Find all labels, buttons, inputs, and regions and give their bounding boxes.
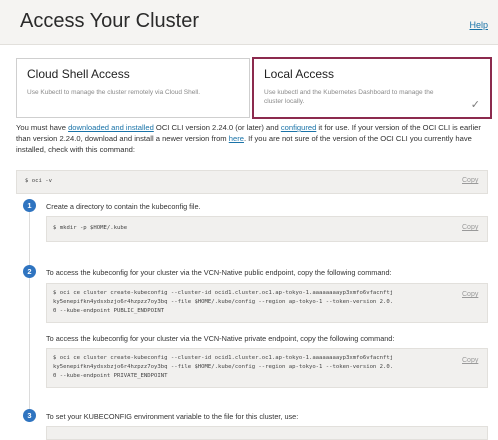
step-badge-2: 2 xyxy=(23,265,36,278)
copy-button[interactable]: Copy xyxy=(462,291,478,298)
public-endpoint-command-box: $ oci ce cluster create-kubeconfig --clu… xyxy=(46,283,488,323)
tab-description: Use kubectl and the Kubernetes Dashboard… xyxy=(264,89,434,105)
copy-button[interactable]: Copy xyxy=(462,357,478,364)
tab-description: Use Kubectl to manage the cluster remote… xyxy=(27,89,201,96)
here-link[interactable]: here xyxy=(229,134,244,143)
intro-paragraph: You must have downloaded and installed O… xyxy=(16,122,486,155)
step-1-text: Create a directory to contain the kubeco… xyxy=(46,202,201,211)
step-badge-3: 3 xyxy=(23,409,36,422)
tab-title: Local Access xyxy=(264,67,335,81)
code-text: $ oci ce cluster create-kubeconfig --clu… xyxy=(53,290,394,314)
step-3-text: To set your KUBECONFIG environment varia… xyxy=(46,412,299,421)
kubeconfig-env-command-box xyxy=(46,426,488,440)
tab-title: Cloud Shell Access xyxy=(27,67,130,81)
intro-text: OCI CLI version 2.24.0 (or later) and xyxy=(153,123,281,132)
code-text: $ oci -v xyxy=(25,178,52,184)
step-badge-1: 1 xyxy=(23,199,36,212)
checkmark-icon: ✓ xyxy=(470,99,480,111)
tab-cloud-shell-access[interactable]: Cloud Shell Access Use Kubectl to manage… xyxy=(16,58,250,118)
step-2-private-text: To access the kubeconfig for your cluste… xyxy=(46,334,395,343)
download-install-link[interactable]: downloaded and installed xyxy=(68,123,154,132)
mkdir-command-box: $ mkdir -p $HOME/.kube xyxy=(46,216,488,242)
step-connector xyxy=(29,212,30,422)
copy-button[interactable]: Copy xyxy=(462,224,478,231)
page-header: Access Your Cluster Help xyxy=(0,0,498,45)
code-text: $ mkdir -p $HOME/.kube xyxy=(53,225,128,231)
page-title: Access Your Cluster xyxy=(20,10,199,32)
version-command-box: $ oci -v xyxy=(16,170,488,194)
intro-text: You must have xyxy=(16,123,69,132)
configured-link[interactable]: configured xyxy=(281,123,316,132)
copy-button[interactable]: Copy xyxy=(462,177,478,184)
code-text: $ oci ce cluster create-kubeconfig --clu… xyxy=(53,355,394,379)
step-2-public-text: To access the kubeconfig for your cluste… xyxy=(46,268,392,277)
tab-local-access[interactable]: Local Access Use kubectl and the Kuberne… xyxy=(252,57,492,119)
private-endpoint-command-box: $ oci ce cluster create-kubeconfig --clu… xyxy=(46,348,488,388)
help-link[interactable]: Help xyxy=(469,20,488,30)
